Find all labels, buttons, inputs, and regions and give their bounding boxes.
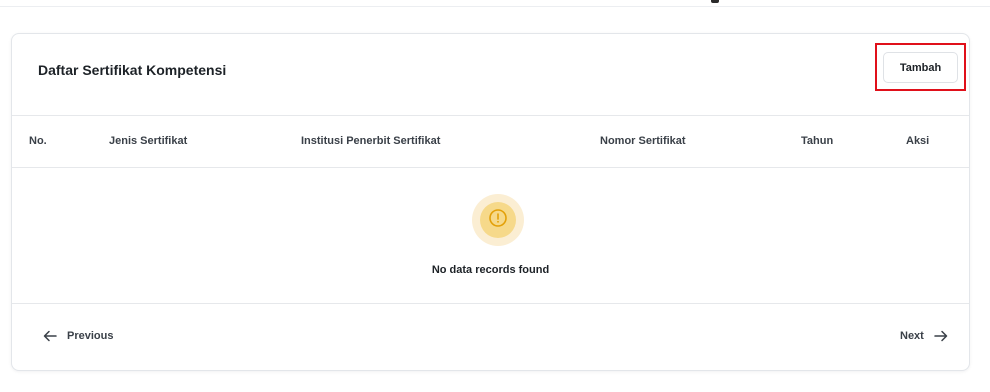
add-button-highlight: Tambah [875, 43, 966, 91]
certificate-list-card: Daftar Sertifikat Kompetensi Tambah No. … [11, 33, 970, 371]
add-button[interactable]: Tambah [883, 52, 958, 83]
empty-state-icon-badge [480, 202, 516, 238]
table-header: No. Jenis Sertifikat Institusi Penerbit … [12, 116, 969, 168]
next-button[interactable]: Next [900, 330, 948, 342]
column-header-jenis-sertifikat: Jenis Sertifikat [109, 135, 188, 147]
alert-circle-icon [488, 208, 508, 233]
empty-state: No data records found [12, 168, 969, 304]
empty-state-icon-ring [472, 194, 524, 246]
arrow-right-icon [934, 330, 948, 342]
previous-label: Previous [67, 330, 114, 342]
column-header-nomor-sertifikat: Nomor Sertifikat [600, 135, 686, 147]
column-header-aksi: Aksi [906, 135, 930, 147]
empty-state-message: No data records found [431, 264, 550, 276]
next-label: Next [900, 330, 924, 342]
top-edge-fragment [711, 0, 719, 3]
card-title: Daftar Sertifikat Kompetensi [38, 62, 227, 78]
top-divider [0, 6, 990, 7]
column-header-tahun: Tahun [801, 135, 834, 147]
previous-button[interactable]: Previous [43, 330, 113, 342]
column-header-institusi-penerbit: Institusi Penerbit Sertifikat [301, 135, 441, 147]
pagination: Previous Next [12, 304, 969, 370]
arrow-left-icon [43, 330, 57, 342]
column-header-no: No. [29, 135, 47, 147]
card-header: Daftar Sertifikat Kompetensi Tambah [12, 34, 969, 116]
